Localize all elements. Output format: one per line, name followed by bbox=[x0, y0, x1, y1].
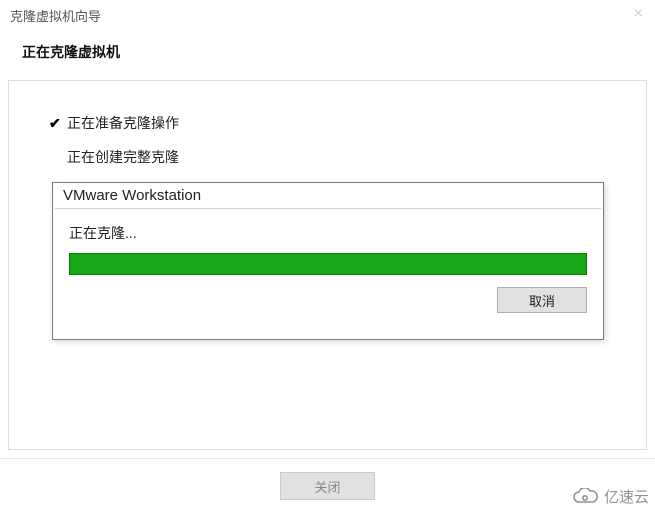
progress-bar bbox=[69, 253, 587, 275]
progress-dialog: VMware Workstation 正在克隆... 取消 bbox=[52, 182, 604, 340]
step-label: 正在创建完整克隆 bbox=[67, 147, 179, 167]
close-button: 关闭 bbox=[280, 472, 375, 500]
dialog-body: 正在克隆... bbox=[53, 209, 603, 275]
step-create-full: 正在创建完整克隆 bbox=[49, 147, 606, 167]
window-title: 克隆虚拟机向导 bbox=[10, 6, 101, 25]
status-text: 正在克隆... bbox=[69, 223, 587, 243]
watermark-text: 亿速云 bbox=[604, 486, 649, 507]
titlebar: 克隆虚拟机向导 × bbox=[0, 0, 655, 30]
step-label: 正在准备克隆操作 bbox=[67, 113, 179, 133]
step-prepare: ✔ 正在准备克隆操作 bbox=[49, 113, 606, 133]
close-icon[interactable]: × bbox=[634, 6, 643, 22]
cloud-icon bbox=[572, 488, 600, 506]
wizard-footer: 关闭 bbox=[0, 458, 655, 513]
cancel-button[interactable]: 取消 bbox=[497, 287, 587, 313]
dialog-title: VMware Workstation bbox=[53, 183, 603, 206]
wizard-window: 克隆虚拟机向导 × 正在克隆虚拟机 ✔ 正在准备克隆操作 正在创建完整克隆 关闭… bbox=[0, 0, 655, 513]
page-heading: 正在克隆虚拟机 bbox=[0, 30, 655, 80]
checkmark-icon: ✔ bbox=[49, 115, 67, 132]
dialog-footer: 取消 bbox=[53, 275, 603, 313]
watermark: 亿速云 bbox=[572, 486, 649, 507]
